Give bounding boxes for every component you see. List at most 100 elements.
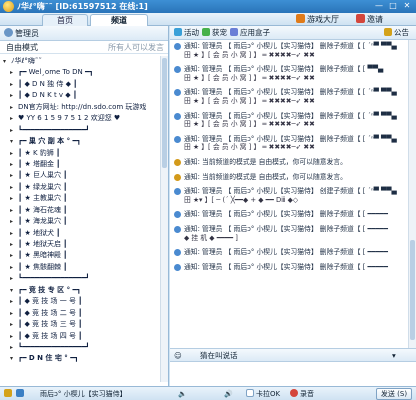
chat-message: 通知: 管理员 【 雨后ↄ° 小楔儿【实习猫侍】 创建子频道【 [ ´ⁿ▀ ▀▀…: [174, 187, 406, 204]
channel-item[interactable]: ▸ ┗━━━━━━━━━━━━━━━┛: [0, 273, 160, 284]
tab-home[interactable]: 首页: [42, 14, 88, 26]
expand-arrow-icon[interactable]: ▸: [10, 148, 18, 159]
send-target[interactable]: 猜在叫说话: [200, 351, 238, 361]
expand-arrow-icon[interactable]: ▸: [10, 125, 18, 136]
channel-item[interactable]: ▸ ┃ ◆ 竞 技 场 四 号 ┃: [0, 331, 160, 342]
channel-category[interactable]: ▾ ┏━ D N 住 宅 ° ━┓: [0, 353, 160, 364]
emoji-icon[interactable]: ☺: [174, 351, 182, 361]
channel-root[interactable]: ▾ ﾉ华ℓ°嗨˜˜: [0, 56, 160, 67]
channel-item[interactable]: ▸ ┃ ★ 主教巢穴 ┃: [0, 193, 160, 204]
channel-item[interactable]: ▸ ┃ ★ 海龙巢穴 ┃: [0, 216, 160, 227]
channel-item[interactable]: ▸ ┗━━━━━━━━━━━━━━━┛: [0, 125, 160, 136]
expand-arrow-icon[interactable]: ▸: [10, 250, 18, 261]
tab-bar: 首页 频道 游戏大厅 邀请: [0, 13, 416, 26]
message-line: 通知: 当前频道的模式是 自由模式，你可以随意发言。: [184, 172, 347, 181]
user-name: 雨后ↄ° 小楔儿【实习猫侍】: [40, 390, 127, 398]
expand-arrow-icon[interactable]: ▸: [10, 193, 18, 204]
message-input[interactable]: [170, 362, 416, 386]
channel-item[interactable]: ▸ ┃ ★ 绿龙巢穴 ┃: [0, 182, 160, 193]
app-box-button[interactable]: 应用盒子: [230, 28, 270, 38]
channel-item[interactable]: ▸ ┃ ★ 焦骸翻棘 ┃: [0, 262, 160, 273]
chat-message: 通知: 管理员 【 雨后ↄ° 小楔儿【实习猫侍】 删除子频道【 [ ´ⁿ▀ ▀▀…: [174, 135, 406, 152]
notice-bell-icon: [174, 89, 181, 97]
expand-arrow-icon[interactable]: ▸: [10, 67, 18, 78]
message-line: 田 ★ 】[ 会 员 小 窝 ] 】 ═ ✖✖✖✖─➶ ✖✖: [184, 96, 315, 105]
channel-item[interactable]: ▸ ┃ ★ 海石花魂 ┃: [0, 205, 160, 216]
channel-item[interactable]: ▸ ┃ ◆ 竞 技 场 二 号 ┃: [0, 308, 160, 319]
expand-arrow-icon[interactable]: ▾: [10, 353, 18, 364]
channel-category[interactable]: ▾ ┏━ 巢 穴 副 本 ° ━┓: [0, 136, 160, 147]
channel-label: ﾉ华ℓ°嗨˜˜: [11, 57, 42, 65]
expand-arrow-icon[interactable]: ▸: [10, 170, 18, 181]
get-button[interactable]: 获宠: [202, 28, 227, 38]
left-scrollbar[interactable]: [160, 56, 168, 382]
channel-item[interactable]: ▸ ┃ ★ 塔翻金 ┃: [0, 159, 160, 170]
channel-item[interactable]: ▸ DN官方网址: http://dn.sdo.com 玩游戏: [0, 102, 160, 113]
left-scroll-thumb[interactable]: [162, 58, 167, 168]
channel-item[interactable]: ▸ ┃ ◆ D N 独 侍 ◆ ┃: [0, 79, 160, 90]
expand-arrow-icon[interactable]: ▸: [10, 319, 18, 330]
notice-bell-icon: [174, 263, 181, 271]
channel-item[interactable]: ▸ ┃ ★ 黑暗神殿 ┃: [0, 250, 160, 261]
expand-arrow-icon[interactable]: ▸: [10, 308, 18, 319]
notice-bell-icon: [174, 211, 181, 219]
game-hall-link[interactable]: 游戏大厅: [296, 14, 339, 26]
expand-arrow-icon[interactable]: ▸: [10, 273, 18, 284]
close-button[interactable]: ✕: [400, 1, 414, 11]
expand-arrow-icon[interactable]: ▸: [10, 262, 18, 273]
volume-icon[interactable]: 🔊: [224, 389, 233, 399]
karaoke-toggle[interactable]: 卡拉OK: [246, 389, 280, 399]
expand-arrow-icon[interactable]: ▾: [10, 136, 18, 147]
user-icon[interactable]: [4, 389, 14, 399]
expand-arrow-icon[interactable]: ▸: [10, 331, 18, 342]
record-toggle[interactable]: 录音: [290, 389, 314, 399]
channel-item[interactable]: ▸ ┃ ◆ 竞 技 场 三 号 ┃: [0, 319, 160, 330]
notice-bell-icon: [174, 158, 181, 166]
expand-arrow-icon[interactable]: ▸: [10, 228, 18, 239]
chat-scroll-thumb[interactable]: [410, 240, 415, 340]
channel-label: ┃ ◆ 竞 技 场 四 号 ┃: [18, 331, 83, 340]
expand-arrow-icon[interactable]: ▸: [10, 159, 18, 170]
channel-item[interactable]: ▸ ┏━ Wel¸ome To DN ━┓: [0, 67, 160, 78]
expand-arrow-icon[interactable]: ▸: [10, 239, 18, 250]
channel-item[interactable]: ▸ ┃ ◆ D N K t v ◆ ┃: [0, 90, 160, 101]
channel-item[interactable]: ▸ ┃ ★ 地狱天启 ┃: [0, 239, 160, 250]
send-button[interactable]: 发送 (S): [376, 388, 412, 400]
expand-arrow-icon[interactable]: ▸: [10, 342, 18, 353]
expand-arrow-icon[interactable]: ▸: [10, 79, 18, 90]
expand-arrow-icon[interactable]: ▸: [10, 182, 18, 193]
activity-button[interactable]: 活动: [174, 28, 199, 38]
channel-item[interactable]: ▸ ┃ ★ K 豹狮 ┃: [0, 148, 160, 159]
channel-item[interactable]: ▸ ♥ YY 6 1 5 9 7 5 1 2 欢迎您 ♥: [0, 113, 160, 124]
channel-item[interactable]: ▸ ┃ ◆ 竞 技 场 一 号 ┃: [0, 296, 160, 307]
channel-category[interactable]: ▾ ┏━ 竞 技 专 区 ° ━┓: [0, 285, 160, 296]
speaker-icon[interactable]: 🔈: [178, 389, 187, 399]
expand-arrow-icon[interactable]: ▸: [10, 216, 18, 227]
tab-channel[interactable]: 频道: [90, 14, 148, 26]
title-bar: ﾉ华ℓ°嗨˜˜ [ID:61597512 在线:1] — □ ✕: [0, 0, 416, 13]
mode-bar: 自由模式 所有人可以发言: [0, 41, 168, 54]
notice-button[interactable]: 公告: [384, 28, 409, 38]
channel-item[interactable]: ▸ ┗━━━━━━━━━━━━━━━┛: [0, 342, 160, 353]
maximize-button[interactable]: □: [386, 1, 400, 11]
chat-scrollbar[interactable]: [408, 40, 416, 348]
channel-label: ┃ ★ 海石花魂 ┃: [18, 205, 68, 214]
expand-arrow-icon[interactable]: ▸: [10, 102, 18, 113]
expand-arrow-icon[interactable]: ▸: [10, 205, 18, 216]
mic-icon[interactable]: [16, 389, 26, 399]
admin-header[interactable]: 管理员: [0, 26, 168, 41]
expand-arrow-icon[interactable]: ▸: [10, 296, 18, 307]
more-icon[interactable]: ▾: [392, 351, 396, 361]
notice-bell-icon: [174, 249, 181, 257]
channel-item[interactable]: ▸ ┃ ★ 地狱犬 ┃: [0, 228, 160, 239]
expand-arrow-icon[interactable]: ▸: [10, 90, 18, 101]
chat-message: 通知: 当前频道的模式是 自由模式，你可以随意发言。: [174, 173, 406, 182]
activity-icon: [174, 28, 182, 36]
channel-item[interactable]: ▸ ┃ ★ 巨人巢穴 ┃: [0, 170, 160, 181]
mode-label: 自由模式: [6, 43, 38, 52]
expand-arrow-icon[interactable]: ▾: [10, 285, 18, 296]
invite-link[interactable]: 邀请: [356, 14, 383, 26]
expand-arrow-icon[interactable]: ▾: [3, 56, 11, 67]
minimize-button[interactable]: —: [372, 1, 386, 11]
expand-arrow-icon[interactable]: ▸: [10, 113, 18, 124]
